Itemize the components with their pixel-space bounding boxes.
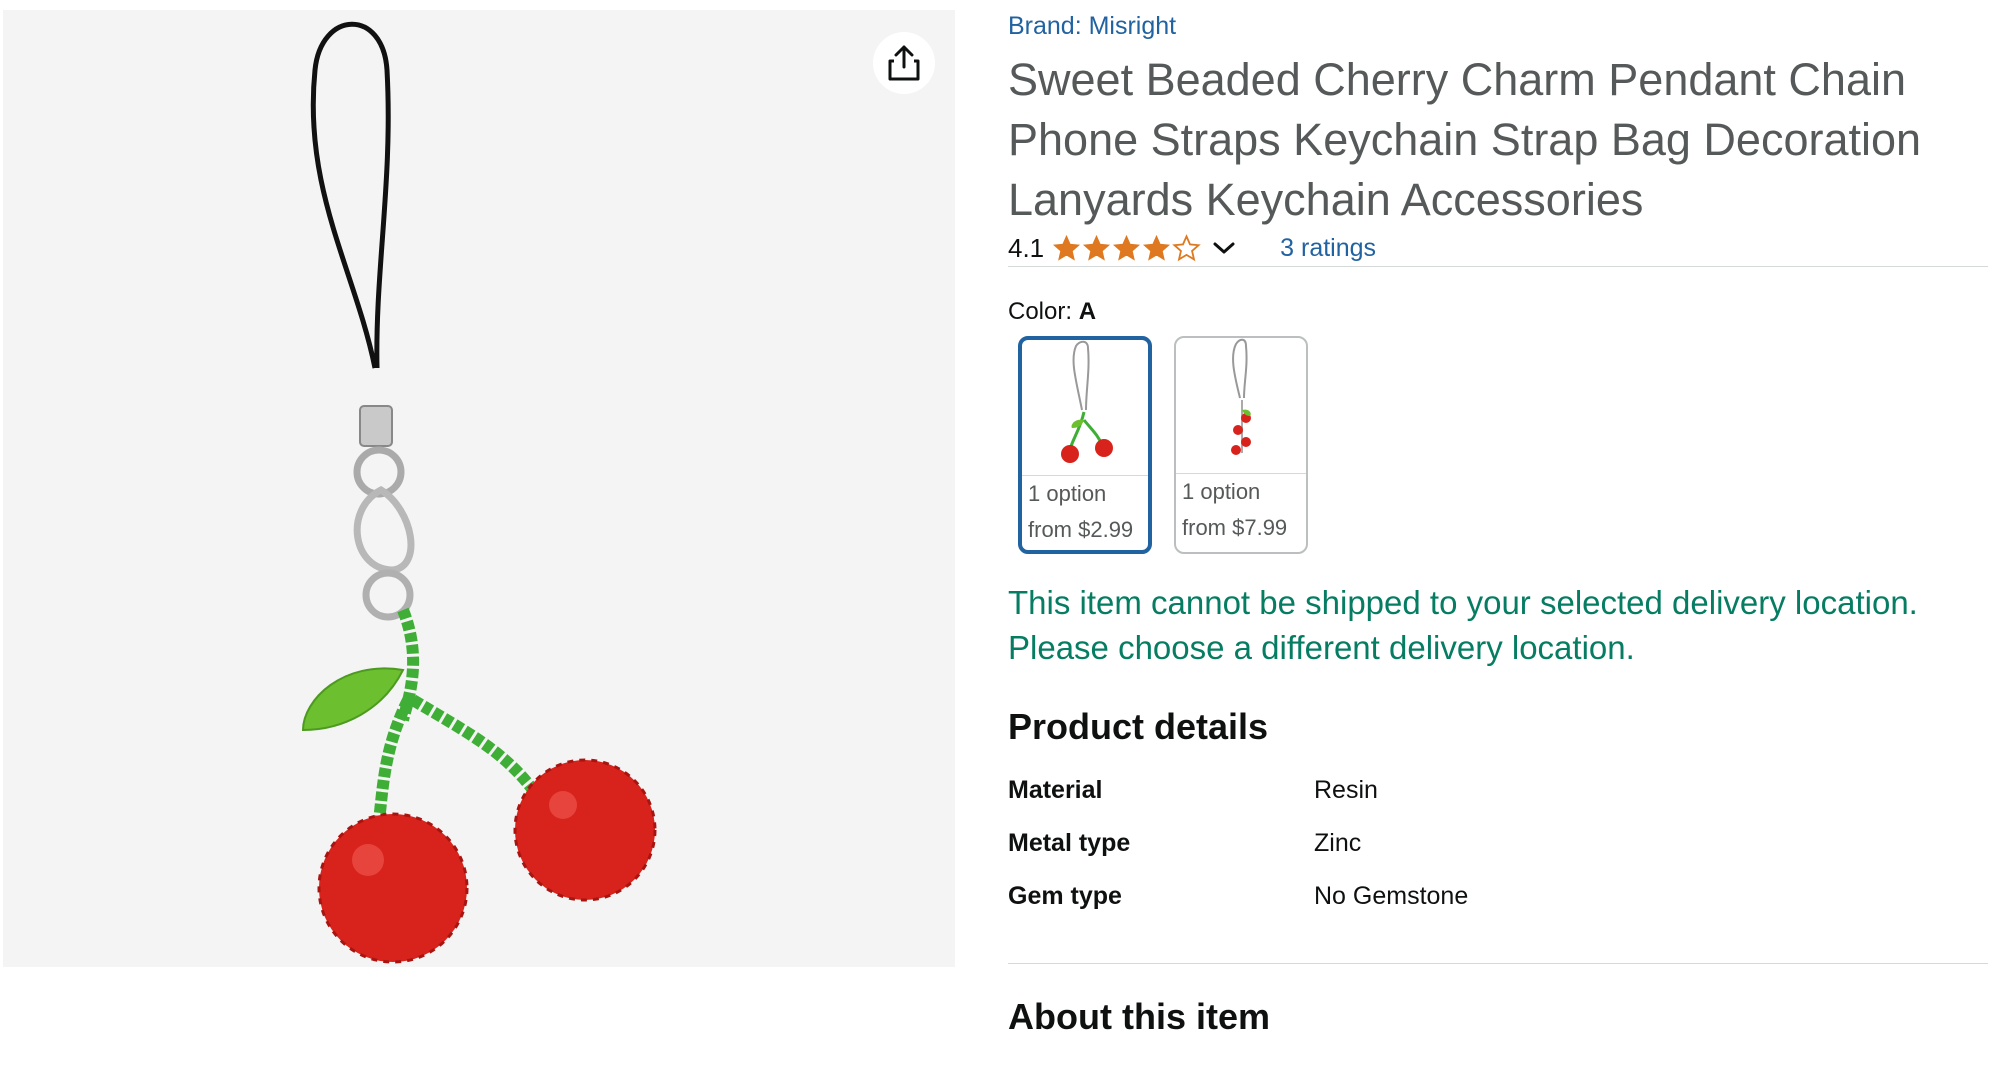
star-empty-icon [1172, 233, 1201, 261]
detail-value: No Gemstone [1314, 882, 1469, 910]
star-icon [1053, 234, 1081, 261]
rating-value: 4.1 [1008, 232, 1045, 263]
swatch-thumbnail [1022, 340, 1148, 476]
color-label: Color: A [1008, 298, 1096, 326]
detail-key: Gem type [1008, 882, 1122, 910]
color-swatch-b[interactable]: 1 option from $7.99 [1174, 336, 1308, 554]
detail-value: Zinc [1314, 829, 1362, 857]
product-details-heading: Product details [1008, 706, 1269, 747]
shipping-warning-line: Please choose a different delivery locat… [1008, 629, 1635, 666]
rating-row: 4.1 3 ratings [1008, 228, 1988, 268]
rating-dropdown-button[interactable] [1212, 240, 1236, 256]
product-title: Sweet Beaded Cherry Charm Pendant Chain … [1008, 54, 1922, 225]
swatch-option-count: 1 option [1028, 481, 1107, 506]
about-heading: About this item [1008, 996, 1270, 1037]
share-icon [888, 45, 920, 81]
product-image [301, 21, 657, 964]
shipping-warning: This item cannot be shipped to your sele… [1008, 580, 1998, 670]
chevron-down-icon [1213, 242, 1235, 254]
swatch-image [1061, 340, 1113, 463]
detail-key: Material [1008, 776, 1103, 804]
swatch-thumbnail [1176, 338, 1306, 474]
star-icon [1083, 234, 1111, 261]
color-label-text: Color: [1008, 298, 1073, 325]
product-image-panel[interactable] [3, 10, 955, 967]
divider [1008, 266, 1988, 267]
color-swatch-a[interactable]: 1 option from $2.99 [1018, 336, 1152, 554]
swatch-price: from $2.99 [1028, 517, 1134, 542]
detail-key: Metal type [1008, 829, 1131, 857]
star-icon [1143, 234, 1171, 261]
swatch-price: from $7.99 [1182, 515, 1288, 540]
detail-value: Resin [1314, 776, 1378, 804]
brand-link[interactable]: Brand: Misright [1008, 12, 1176, 41]
color-selected-value: A [1078, 298, 1097, 325]
star-icon [1113, 234, 1141, 261]
ratings-count-link[interactable]: 3 ratings [1280, 234, 1376, 263]
star-rating[interactable] [1052, 233, 1202, 263]
share-button[interactable] [873, 32, 935, 94]
swatch-image [1231, 338, 1251, 455]
swatch-option-count: 1 option [1182, 479, 1261, 504]
divider [1008, 963, 1988, 964]
shipping-warning-line: This item cannot be shipped to your sele… [1008, 584, 1918, 621]
